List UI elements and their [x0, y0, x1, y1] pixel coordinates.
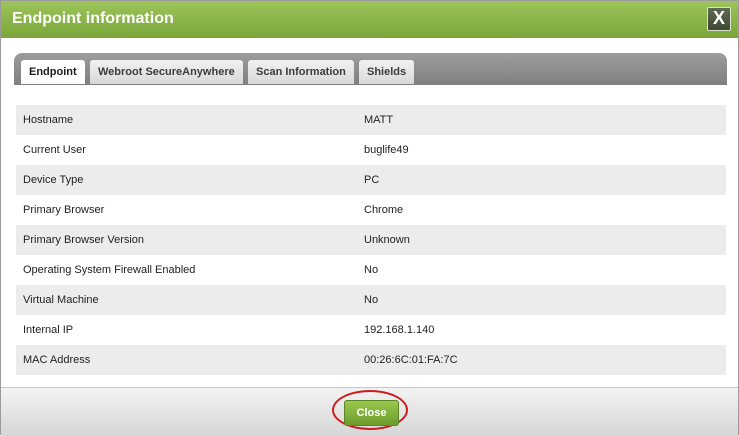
table-row: Device Type PC: [16, 165, 726, 195]
field-label: Internal IP: [23, 324, 74, 336]
field-label: Device Type: [23, 174, 84, 186]
field-label: Operating System Firewall Enabled: [23, 264, 196, 276]
dialog-titlebar: Endpoint information X: [1, 1, 738, 38]
tab-endpoint[interactable]: Endpoint: [21, 60, 85, 84]
field-label: Primary Browser: [23, 204, 105, 216]
field-label: MAC Address: [23, 354, 91, 366]
table-row: Hostname MATT: [16, 105, 726, 135]
table-row: Internal IP 192.168.1.140: [16, 315, 726, 345]
field-label: Current User: [23, 144, 86, 156]
field-value: 00:26:6C:01:FA:7C: [364, 354, 458, 366]
field-value: Chrome: [364, 204, 404, 216]
field-value: 192.168.1.140: [364, 324, 435, 336]
table-row: Operating System Firewall Enabled No: [16, 255, 726, 285]
dialog-title: Endpoint information: [12, 10, 174, 27]
field-value: MATT: [364, 114, 394, 126]
endpoint-information-dialog: Endpoint information X Endpoint Webroot …: [0, 0, 739, 436]
endpoint-details-table: Hostname MATT Current User buglife49 Devic…: [16, 105, 726, 375]
field-value: Unknown: [364, 234, 410, 246]
table-row: Primary Browser Version Unknown: [16, 225, 726, 255]
table-row: Primary Browser Chrome: [16, 195, 726, 225]
field-label: Virtual Machine: [23, 294, 99, 306]
tab-scan-information[interactable]: Scan Information: [248, 60, 354, 84]
table-row: MAC Address 00:26:6C:01:FA:7C: [16, 345, 726, 375]
close-button[interactable]: Close: [344, 400, 399, 426]
tab-bar: Endpoint Webroot SecureAnywhere Scan Inf…: [14, 53, 727, 85]
field-value: PC: [364, 174, 380, 186]
field-label: Primary Browser Version: [23, 234, 145, 246]
field-value: No: [364, 294, 379, 306]
tab-shields[interactable]: Shields: [359, 60, 415, 84]
tab-webroot-secureanywhere[interactable]: Webroot SecureAnywhere: [90, 60, 243, 84]
table-row: Current User buglife49: [16, 135, 726, 165]
field-label: Hostname: [23, 114, 74, 126]
field-value: buglife49: [364, 144, 409, 156]
table-row: Virtual Machine No: [16, 285, 726, 315]
close-icon[interactable]: X: [707, 7, 731, 31]
field-value: No: [364, 264, 379, 276]
dialog-footer: Close: [1, 387, 738, 436]
